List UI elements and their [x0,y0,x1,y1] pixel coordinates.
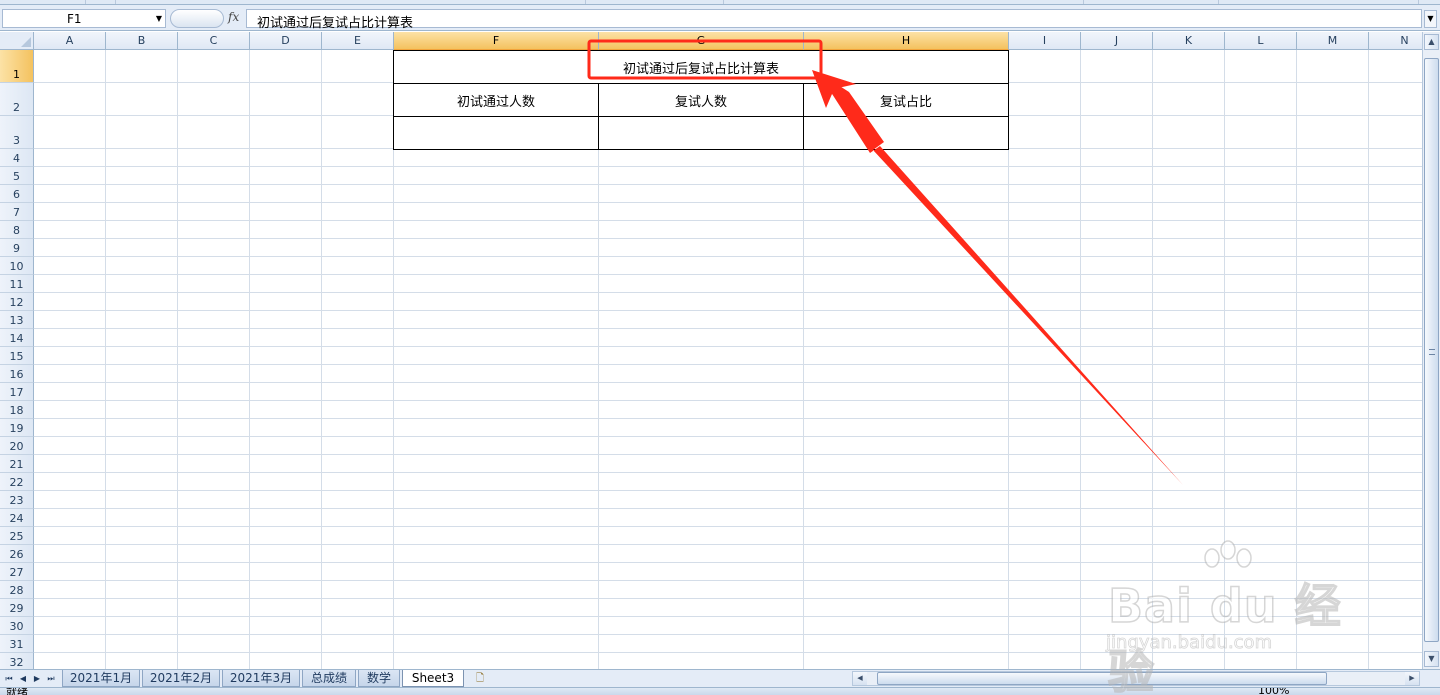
name-box-value: F1 [67,12,82,26]
row-header-14[interactable]: 14 [0,329,34,347]
next-sheet-icon[interactable]: ▶ [31,672,43,685]
scroll-left-button[interactable]: ◀ [853,672,867,685]
row-header-11[interactable]: 11 [0,275,34,293]
column-header-d[interactable]: D [250,32,322,50]
formula-bar-divider[interactable] [170,9,224,28]
row-header-2[interactable]: 2 [0,83,34,116]
row-header-12[interactable]: 12 [0,293,34,311]
prev-sheet-icon[interactable]: ◀ [17,672,29,685]
status-mode: 就绪 [6,687,28,695]
sheet-tab-bar: ⏮ ◀ ▶ ⏭ 2021年1月 2021年2月 2021年3月 总成绩 数学 S… [0,669,1440,687]
column-header-j[interactable]: J [1081,32,1153,50]
formula-text: 初试通过后复试占比计算表 [257,16,414,31]
row-header-23[interactable]: 23 [0,491,34,509]
select-all-button[interactable] [0,32,34,50]
column-header-b[interactable]: B [106,32,178,50]
column-header-g[interactable]: G [599,32,804,50]
merged-title-cell[interactable]: 初试通过后复试占比计算表 [393,50,1009,84]
row-header-8[interactable]: 8 [0,221,34,239]
row-header-3[interactable]: 3 [0,116,34,149]
sheet-tab-2021-feb[interactable]: 2021年2月 [142,670,220,687]
column-header-e[interactable]: E [322,32,394,50]
formula-bar: F1 ▼ fx 初试通过后复试占比计算表 ▼ [0,5,1440,31]
row-headers: 1 2 3 4 5 6 7 8 9 10 11 12 13 14 15 16 17 18 19 20 21 22 23 24 2… [0,50,34,669]
column-header-c[interactable]: C [178,32,250,50]
last-sheet-icon[interactable]: ⏭ [45,672,57,685]
row-header-22[interactable]: 22 [0,473,34,491]
row-header-31[interactable]: 31 [0,635,34,653]
row-header-18[interactable]: 18 [0,401,34,419]
row-header-26[interactable]: 26 [0,545,34,563]
row-header-29[interactable]: 29 [0,599,34,617]
row-header-5[interactable]: 5 [0,167,34,185]
scroll-right-button[interactable]: ▶ [1405,672,1419,685]
sheet-tab-2021-mar[interactable]: 2021年3月 [222,670,300,687]
data-cell-h3[interactable] [803,116,1009,150]
vertical-scroll-thumb[interactable] [1424,58,1439,642]
row-header-27[interactable]: 27 [0,563,34,581]
chevron-down-icon[interactable]: ▼ [156,14,162,23]
row-header-25[interactable]: 25 [0,527,34,545]
data-cell-g3[interactable] [598,116,804,150]
column-header-n[interactable]: N [1369,32,1422,50]
vertical-scrollbar[interactable]: ▲ ▼ [1422,32,1440,669]
column-header-l[interactable]: L [1225,32,1297,50]
row-header-17[interactable]: 17 [0,383,34,401]
insert-sheet-icon[interactable]: 🗋 [470,671,490,686]
row-header-6[interactable]: 6 [0,185,34,203]
column-header-m[interactable]: M [1297,32,1369,50]
expand-formula-bar-button[interactable]: ▼ [1424,10,1437,28]
row-header-24[interactable]: 24 [0,509,34,527]
sheet-tab-2021-jan[interactable]: 2021年1月 [62,670,140,687]
row-header-4[interactable]: 4 [0,149,34,167]
row-header-15[interactable]: 15 [0,347,34,365]
row-header-10[interactable]: 10 [0,257,34,275]
first-sheet-icon[interactable]: ⏮ [3,672,15,685]
column-header-k[interactable]: K [1153,32,1225,50]
ratio-table: 初试通过后复试占比计算表 初试通过人数 复试人数 复试占比 [393,50,1009,150]
row-header-9[interactable]: 9 [0,239,34,257]
row-header-32[interactable]: 32 [0,653,34,669]
scroll-down-button[interactable]: ▼ [1424,651,1439,667]
row-header-30[interactable]: 30 [0,617,34,635]
row-header-1[interactable]: 1 [0,50,34,83]
column-header-i[interactable]: I [1009,32,1081,50]
column-header-f[interactable]: F [394,32,599,50]
header-cell-retest[interactable]: 复试人数 [598,83,804,117]
insert-function-icon[interactable]: fx [228,10,239,24]
row-header-7[interactable]: 7 [0,203,34,221]
horizontal-scrollbar[interactable]: ◀ ▶ [852,671,1420,686]
column-headers: ABCDEFGHIJKLMN [34,32,1422,50]
formula-input[interactable]: 初试通过后复试占比计算表 [246,9,1422,31]
row-header-19[interactable]: 19 [0,419,34,437]
row-header-28[interactable]: 28 [0,581,34,599]
sheet-tab-total[interactable]: 总成绩 [302,670,356,687]
row-header-16[interactable]: 16 [0,365,34,383]
zoom-level[interactable]: 100% [1258,688,1289,695]
row-header-13[interactable]: 13 [0,311,34,329]
horizontal-scroll-thumb[interactable] [877,672,1327,685]
row-header-21[interactable]: 21 [0,455,34,473]
sheet-tab-sheet3[interactable]: Sheet3 [402,670,464,687]
name-box[interactable]: F1 ▼ [2,9,166,28]
header-cell-passed[interactable]: 初试通过人数 [393,83,599,117]
scroll-up-button[interactable]: ▲ [1424,34,1439,50]
status-bar: 就绪 100% [0,687,1440,695]
header-cell-ratio[interactable]: 复试占比 [803,83,1009,117]
data-cell-f3[interactable] [393,116,599,150]
column-header-a[interactable]: A [34,32,106,50]
sheet-tab-math[interactable]: 数学 [358,670,400,687]
row-header-20[interactable]: 20 [0,437,34,455]
column-header-h[interactable]: H [804,32,1009,50]
